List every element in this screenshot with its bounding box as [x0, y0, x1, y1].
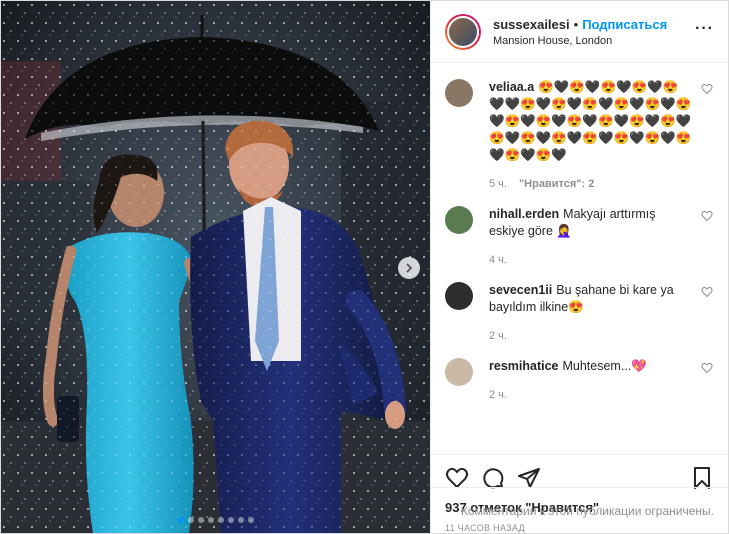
post-photo: [1, 1, 430, 533]
carousel-dot: [177, 517, 184, 523]
carousel-dot: [247, 517, 254, 523]
chevron-right-icon: [406, 263, 413, 273]
author-avatar-image: [449, 17, 477, 46]
share-icon[interactable]: [517, 466, 541, 490]
comments-list: veliaa.a 😍🖤😍🖤😍🖤😍🖤😍🖤🖤😍🖤😍🖤😍🖤😍🖤😍🖤😍🖤😍🖤😍🖤😍🖤😍🖤😍…: [431, 63, 728, 454]
comment-avatar[interactable]: [445, 282, 473, 310]
comment-username[interactable]: veliaa.a: [489, 80, 534, 94]
comment-item: veliaa.a 😍🖤😍🖤😍🖤😍🖤😍🖤🖤😍🖤😍🖤😍🖤😍🖤😍🖤😍🖤😍🖤😍🖤😍🖤😍🖤😍…: [445, 79, 714, 190]
comment-username[interactable]: nihall.erden: [489, 207, 559, 221]
comment-username[interactable]: sevecen1ii: [489, 283, 552, 297]
bookmark-icon[interactable]: [690, 466, 714, 490]
comments-restricted-notice: Комментарии к этой публикации ограничены…: [431, 487, 728, 533]
comment-time[interactable]: 4 ч.: [489, 254, 507, 266]
carousel-dot: [237, 517, 244, 523]
heart-icon[interactable]: [700, 286, 714, 298]
comment-text: Muhtesem...💖: [562, 359, 647, 373]
comment-likes[interactable]: "Нравится": 2: [519, 178, 594, 190]
comment-item: resmihatice Muhtesem...💖 2 ч.: [445, 358, 714, 401]
heart-icon[interactable]: [700, 362, 714, 374]
carousel-dot: [187, 517, 194, 523]
heart-icon[interactable]: [700, 210, 714, 222]
comment-time[interactable]: 2 ч.: [489, 330, 507, 342]
post-dialog: sussexailesi • Подписаться Mansion House…: [0, 0, 729, 534]
carousel-indicator: [1, 517, 430, 523]
comment-username[interactable]: resmihatice: [489, 359, 558, 373]
comment-avatar[interactable]: [445, 79, 473, 107]
comment-avatar[interactable]: [445, 358, 473, 386]
post-sidebar: sussexailesi • Подписаться Mansion House…: [430, 1, 728, 533]
carousel-dot: [197, 517, 204, 523]
author-username[interactable]: sussexailesi: [493, 17, 570, 32]
post-header: sussexailesi • Подписаться Mansion House…: [431, 1, 728, 63]
carousel-dot: [217, 517, 224, 523]
comment-time[interactable]: 2 ч.: [489, 389, 507, 401]
follow-button[interactable]: Подписаться: [582, 17, 667, 32]
carousel-dot: [207, 517, 214, 523]
comment-item: nihall.erden Makyajı arttırmış eskiye gör…: [445, 206, 714, 266]
more-horizontal-icon[interactable]: ···: [695, 20, 714, 44]
next-image-button[interactable]: [398, 257, 420, 279]
heart-icon[interactable]: [445, 466, 469, 490]
comment-icon[interactable]: [481, 466, 505, 490]
comment-time[interactable]: 5 ч.: [489, 178, 507, 190]
carousel-dot: [227, 517, 234, 523]
comment-avatar[interactable]: [445, 206, 473, 234]
author-avatar[interactable]: [445, 13, 481, 50]
post-media[interactable]: [1, 1, 430, 533]
post-location[interactable]: Mansion House, London: [493, 35, 695, 47]
heart-icon[interactable]: [700, 83, 714, 95]
separator-dot: •: [573, 16, 579, 32]
comment-item: sevecen1ii Bu şahane bi kare ya bayıldım …: [445, 282, 714, 342]
